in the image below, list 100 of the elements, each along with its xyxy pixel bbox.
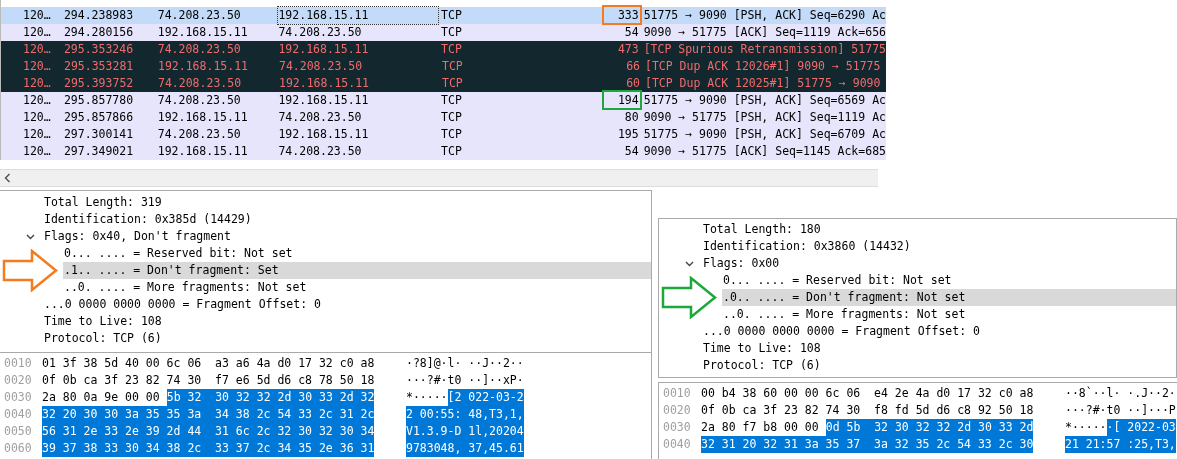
packet-info: 9090 → 51775 [PSH, ACK] Seq=1119 Ac: [642, 108, 886, 126]
packet-time: 295.353246: [63, 40, 135, 58]
tree-item[interactable]: .1.. .... = Don't fragment: Set: [63, 262, 651, 279]
hex-bytes: 01 3f 38 5d 40 00 6c 06 a3 a6 4a d0 17 32 c0 a8: [42, 354, 375, 372]
ascii-text: ···?#·t0 ··]···P: [1065, 401, 1176, 419]
packet-protocol: TCP: [442, 57, 464, 75]
packet-time: 295.857866: [63, 108, 135, 126]
hex-offset: 0010: [3, 354, 33, 372]
ascii-text: ···?#·t0 ··]··xP·: [406, 371, 524, 389]
packet-number: 120…: [23, 142, 52, 160]
selected-ascii-text: 21 21:57 :25,T3,: [1065, 435, 1176, 454]
tree-item[interactable]: Total Length: 319: [43, 194, 651, 211]
packet-number: 120…: [23, 40, 52, 58]
packet-number: 120…: [23, 108, 52, 126]
packet-row[interactable]: 120… 295.857780 74.208.23.50 192.168.15.11 TCP 194 51775 → 9090 [PSH, ACK] Seq=6569 Ac: [1, 92, 886, 109]
packet-info: 51775 → 9090 [PSH, ACK] Seq=6709 Ac: [642, 125, 886, 143]
chevron-icon[interactable]: [685, 260, 694, 267]
ascii-text: *·····: [406, 388, 448, 406]
packet-source: 192.168.15.11: [157, 23, 249, 41]
packet-source: 74.208.23.50: [157, 40, 242, 58]
packet-info: [TCP Dup ACK 12026#1] 9090 → 51775: [644, 57, 881, 75]
packet-row[interactable]: 120… 295.353246 74.208.23.50 192.168.15.11 TCP 473 [TCP Spurious Retransmission] 51775: [1, 41, 886, 58]
packet-row[interactable]: 120… 295.857866 192.168.15.11 74.208.23.50 TCP 80 9090 → 51775 [PSH, ACK] Seq=1119 Ac: [1, 109, 886, 126]
hex-offset: 0030: [662, 418, 692, 436]
selected-hex-bytes: 32 31 20 32 31 3a 35 37 3a 32 35 2c 54 33 2c 30: [701, 435, 1034, 454]
tree-item[interactable]: Flags: 0x00: [702, 255, 1176, 272]
tree-item[interactable]: ...0 0000 0000 0000 = Fragment Offset: 0: [702, 323, 1176, 340]
hex-bytes: 0f 0b ca 3f 23 82 74 30 f7 e6 5d d6 c8 78 50 18: [42, 371, 375, 389]
packet-length: 473: [617, 40, 639, 58]
tree-item[interactable]: 0... .... = Reserved bit: Not set: [722, 272, 1176, 289]
packet-length: 54: [624, 142, 639, 160]
tree-item[interactable]: ...0 0000 0000 0000 = Fragment Offset: 0: [43, 296, 651, 313]
tree-item[interactable]: Total Length: 180: [702, 221, 1176, 238]
packet-info: 9090 → 51775 [ACK] Seq=1145 Ack=685: [642, 142, 886, 160]
selected-hex-bytes: 5b 32 30 32 32 2d 30 33 2d 32: [166, 388, 375, 407]
packet-time: 295.857780: [63, 91, 135, 109]
packet-length: 60: [626, 74, 640, 92]
packet-protocol: TCP: [441, 23, 463, 41]
packet-time: 295.353281: [64, 57, 135, 75]
packet-number: 120…: [23, 125, 52, 143]
ascii-text: ··8`··l· ·.J··2·: [1065, 384, 1176, 402]
packet-length: 80: [624, 108, 639, 126]
tree-item[interactable]: Protocol: TCP (6): [43, 330, 651, 347]
tree-item[interactable]: Identification: 0x385d (14429): [43, 211, 651, 228]
packet-number: 120…: [23, 23, 52, 41]
packet-info: [TCP Dup ACK 12025#1] 51775 → 9090: [644, 74, 881, 92]
packet-number: 120…: [23, 6, 52, 24]
tree-item[interactable]: Flags: 0x40, Don't fragment: [43, 228, 651, 245]
selected-ascii-text: ·[ 2022-03: [1106, 418, 1176, 437]
tree-item[interactable]: Time to Live: 108: [702, 340, 1176, 357]
packet-source: 192.168.15.11: [157, 108, 249, 126]
scroll-left-icon[interactable]: [4, 173, 11, 183]
packet-time: 295.393752: [64, 74, 135, 92]
packet-info: 51775 → 9090 [PSH, ACK] Seq=6569 Ac: [642, 91, 886, 109]
packet-number: 120…: [23, 74, 52, 92]
packet-destination: 192.168.15.11: [278, 6, 439, 25]
ascii-text: *·····: [1065, 418, 1107, 436]
packet-number: 120…: [23, 91, 52, 109]
hex-offset: 0050: [3, 422, 33, 440]
chevron-icon[interactable]: [26, 233, 35, 240]
tree-item[interactable]: ..0. .... = More fragments: Not set: [722, 306, 1176, 323]
packet-row[interactable]: 120… 295.353281 192.168.15.11 74.208.23.50 TCP 66 [TCP Dup ACK 12026#1] 9090 → 51775: [1, 58, 886, 75]
hex-bytes: 2a 80 0a 9e 00 00: [42, 388, 160, 406]
tree-item[interactable]: ..0. .... = More fragments: Not set: [63, 279, 651, 296]
packet-destination: 192.168.15.11: [278, 91, 369, 109]
hex-bytes: 2a 80 f7 b8 00 00: [701, 418, 819, 436]
packet-info: 51775 → 9090 [PSH, ACK] Seq=6290 Ac: [642, 6, 886, 24]
packet-time: 297.349021: [63, 142, 135, 160]
packet-destination: 74.208.23.50: [278, 142, 362, 160]
packet-time: 297.300141: [63, 125, 135, 143]
hex-offset: 0020: [3, 371, 33, 389]
packet-protocol: TCP: [441, 6, 463, 24]
packet-source: 74.208.23.50: [157, 91, 242, 109]
selected-hex-bytes: 32 20 30 30 3a 35 35 3a 34 38 2c 54 33 2c 31 2c: [42, 405, 375, 424]
tree-item[interactable]: Time to Live: 108: [43, 313, 651, 330]
packet-info: 9090 → 51775 [ACK] Seq=1119 Ack=656: [642, 23, 886, 41]
tree-item[interactable]: .0.. .... = Don't fragment: Not set: [722, 289, 1176, 306]
selected-ascii-text: [2 022-03-2: [447, 388, 524, 407]
packet-protocol: TCP: [442, 74, 464, 92]
hex-bytes: 0f 0b ca 3f 23 82 74 30 f8 fd 5d d6 c8 92 50 18: [701, 401, 1034, 419]
packet-protocol: TCP: [441, 142, 463, 160]
horizontal-scrollbar[interactable]: [0, 169, 878, 187]
packet-protocol: TCP: [441, 125, 463, 143]
packet-source: 192.168.15.11: [158, 57, 249, 75]
tree-item[interactable]: Identification: 0x3860 (14432): [702, 238, 1176, 255]
hex-offset: 0040: [3, 405, 33, 423]
packet-row[interactable]: 120… 294.280156 192.168.15.11 74.208.23.50 TCP 54 9090 → 51775 [ACK] Seq=1119 Ack=656: [1, 24, 886, 41]
hex-offset: 0040: [662, 435, 692, 453]
packet-destination: 192.168.15.11: [279, 74, 369, 92]
hex-bytes: 00 b4 38 60 00 00 6c 06 e4 2e 4a d0 17 32 c0 a8: [701, 384, 1034, 402]
packet-row[interactable]: 120… 297.349021 192.168.15.11 74.208.23.50 TCP 54 9090 → 51775 [ACK] Seq=1145 Ack=685: [1, 143, 886, 160]
packet-row[interactable]: 120… 295.393752 74.208.23.50 192.168.15.11 TCP 60 [TCP Dup ACK 12025#1] 51775 → 9090: [1, 75, 886, 92]
packet-row[interactable]: 120… 297.300141 74.208.23.50 192.168.15.11 TCP 195 51775 → 9090 [PSH, ACK] Seq=6709 Ac: [1, 126, 886, 143]
packet-length: 195: [617, 125, 639, 143]
tree-item[interactable]: 0... .... = Reserved bit: Not set: [63, 245, 651, 262]
packet-protocol: TCP: [441, 91, 463, 109]
packet-row[interactable]: 120… 294.238983 74.208.23.50 192.168.15.11 TCP 333 51775 → 9090 [PSH, ACK] Seq=6290 Ac: [1, 7, 886, 24]
selected-ascii-text: 2 00:55: 48,T3,1,: [406, 405, 524, 424]
tree-item[interactable]: Protocol: TCP (6): [702, 357, 1176, 374]
packet-destination: 192.168.15.11: [278, 40, 369, 58]
